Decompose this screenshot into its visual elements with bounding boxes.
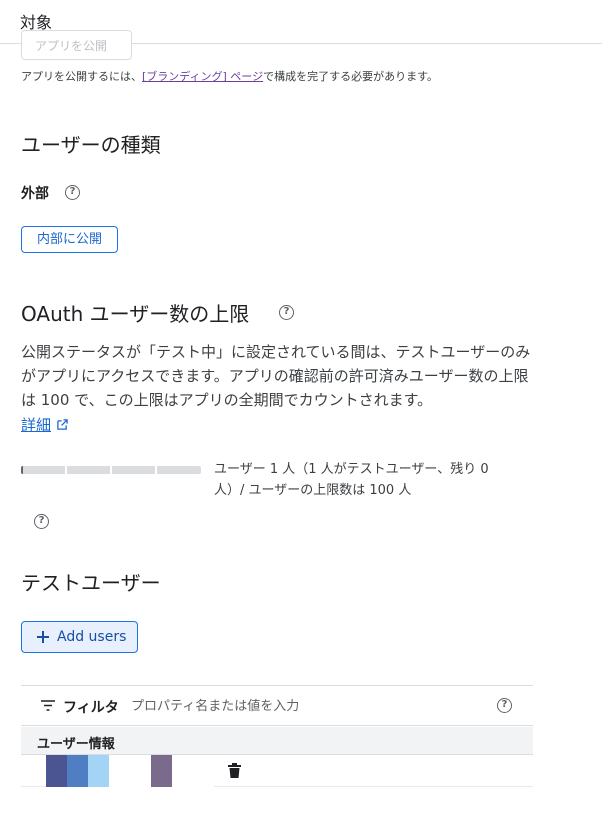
help-icon[interactable]: ?	[34, 514, 49, 529]
add-users-button[interactable]: Add users	[21, 621, 138, 653]
user-quota-text: ユーザー 1 人（1 人がテストユーザー、残り 0 人）/ ユーザーの上限数は …	[214, 462, 489, 498]
redaction-block	[151, 755, 172, 787]
help-icon[interactable]: ?	[65, 185, 80, 200]
filter-list-icon	[41, 700, 55, 711]
column-header-user-info[interactable]: ユーザー情報	[37, 733, 115, 752]
redacted-email-cell	[46, 755, 214, 787]
filter-bar: フィルタ ?	[21, 685, 533, 726]
filter-input[interactable]	[131, 692, 481, 720]
oauth-limit-description: 公開ステータスが「テスト中」に設定されている間は、テストユーザーのみがアプリにア…	[21, 343, 531, 409]
test-users-heading: テストユーザー	[21, 571, 161, 595]
oauth-limit-heading: OAuth ユーザー数の上限	[21, 302, 250, 326]
branding-page-link[interactable]: [ブランディング] ページ	[142, 70, 263, 83]
quota-segment-divider	[65, 466, 67, 474]
quota-segment-divider	[155, 466, 157, 474]
publish-note: アプリを公開するには、[ブランディング] ページで構成を完了する必要があります。	[21, 68, 438, 84]
make-internal-button[interactable]: 内部に公開	[21, 226, 118, 253]
plus-icon	[37, 631, 49, 643]
publish-app-button[interactable]: アプリを公開	[21, 30, 132, 60]
trash-icon[interactable]	[228, 763, 241, 778]
quota-segment-divider	[110, 466, 112, 474]
user-type-heading: ユーザーの種類	[21, 133, 161, 157]
help-icon[interactable]: ?	[279, 305, 294, 320]
redaction-block	[88, 755, 109, 787]
details-link[interactable]: 詳細	[21, 414, 51, 435]
open-in-new-icon	[57, 419, 68, 430]
add-users-label: Add users	[57, 629, 127, 645]
table-header: ユーザー情報	[21, 727, 533, 755]
user-quota-bar	[21, 466, 201, 474]
publish-note-suffix: で構成を完了する必要があります。	[263, 70, 438, 83]
table-row	[21, 755, 533, 787]
publish-note-prefix: アプリを公開するには、	[21, 70, 142, 83]
redaction-block	[67, 755, 88, 787]
user-type-value: 外部	[21, 186, 49, 202]
redaction-block	[46, 755, 67, 787]
filter-label: フィルタ	[63, 700, 119, 716]
user-quota-fill	[21, 466, 23, 474]
help-icon[interactable]: ?	[497, 698, 512, 713]
